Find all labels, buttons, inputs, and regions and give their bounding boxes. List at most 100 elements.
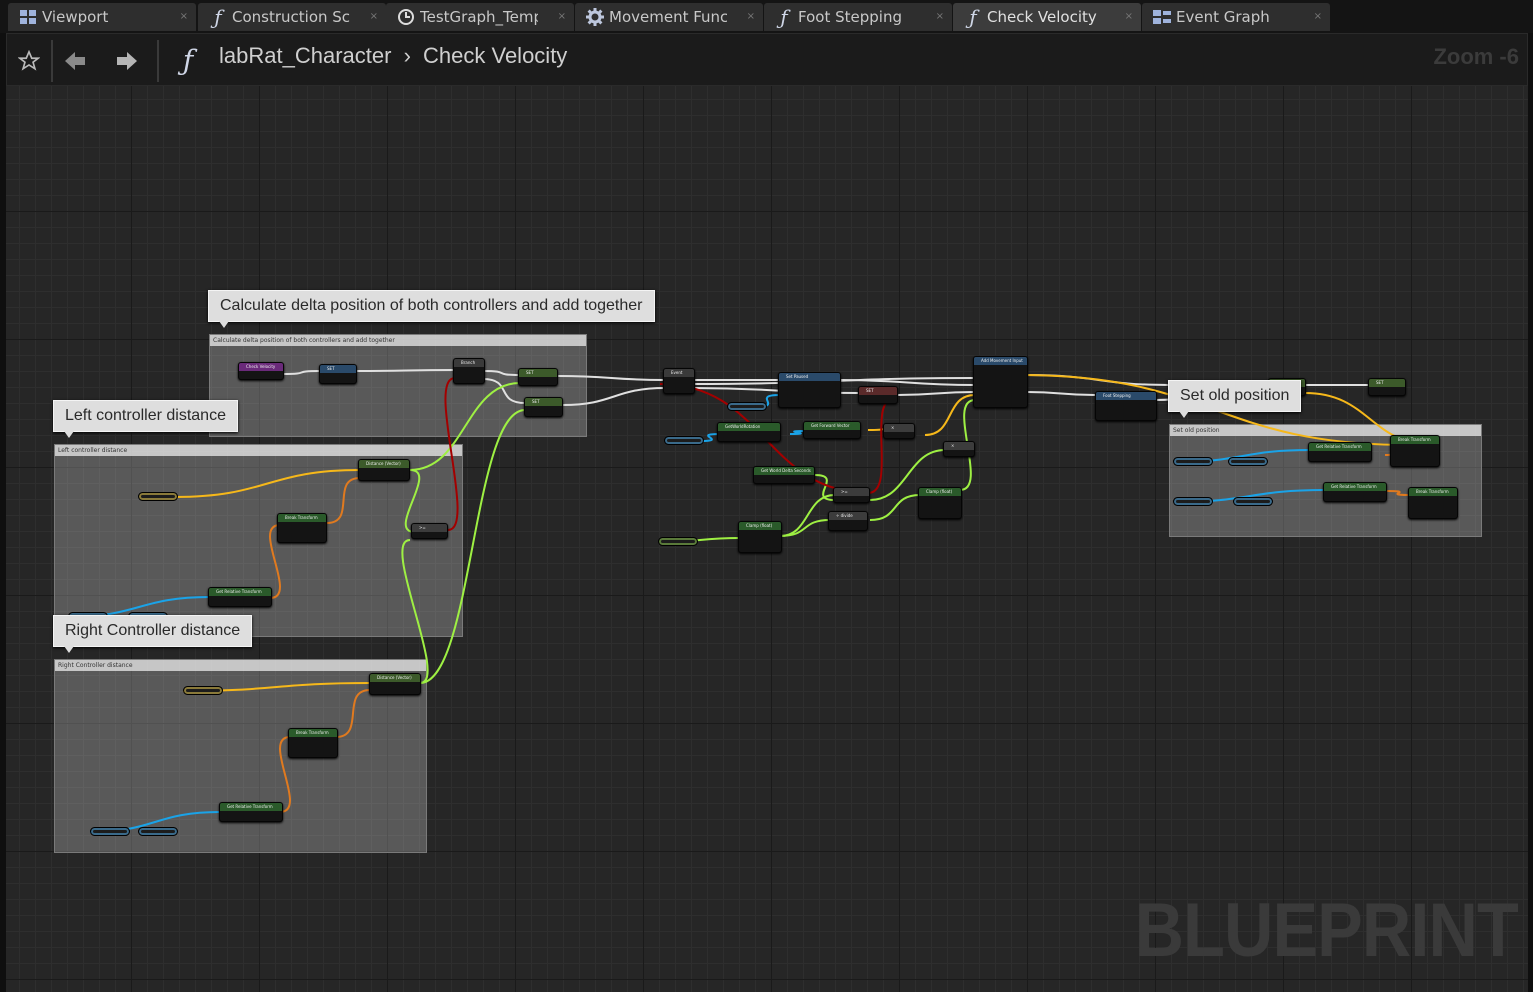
transform-wire[interactable]	[326, 477, 361, 524]
node-title: Set Paused	[779, 373, 840, 381]
graph-node[interactable]: SET	[1368, 378, 1406, 396]
graph-node[interactable]: SET	[858, 386, 898, 404]
comment-bubble[interactable]: Set old position	[1168, 380, 1302, 418]
tab-construction-scrip[interactable]: ƒ Construction Scrip ×	[198, 3, 386, 31]
variable-getter[interactable]	[138, 827, 178, 836]
graph-node[interactable]: Branch	[453, 358, 485, 384]
favorite-button[interactable]	[13, 34, 45, 87]
graph-node[interactable]: >=	[411, 523, 448, 539]
graph-node[interactable]: SET	[319, 364, 357, 384]
close-tab-icon[interactable]: ×	[1125, 3, 1133, 31]
tab-movement-functic[interactable]: Movement Functic ×	[575, 3, 763, 31]
variable-getter[interactable]	[727, 402, 767, 411]
graph-node[interactable]: Clamp (float)	[738, 521, 782, 553]
graph-node[interactable]: ÷ divide	[828, 511, 868, 531]
close-tab-icon[interactable]: ×	[1314, 3, 1322, 31]
variable-getter[interactable]	[1173, 457, 1213, 466]
graph-node[interactable]: Break Transform	[288, 728, 338, 758]
graph-node[interactable]: ×	[943, 441, 975, 457]
graph-node[interactable]: Event	[663, 368, 695, 394]
tab-testgraph-templa[interactable]: TestGraph_Templa ×	[386, 3, 574, 31]
node-title: ÷ divide	[829, 512, 867, 520]
close-tab-icon[interactable]: ×	[180, 3, 188, 31]
graph-node[interactable]: Distance (Vector)	[369, 673, 421, 695]
float-wire[interactable]	[779, 519, 831, 537]
graph-node[interactable]: Break Transform	[277, 513, 327, 543]
close-tab-icon[interactable]: ×	[558, 3, 566, 31]
tab-event-graph[interactable]: Event Graph ×	[1142, 3, 1330, 31]
exec-wire[interactable]	[356, 369, 456, 372]
transform-wire[interactable]	[1386, 490, 1411, 496]
vector-wire[interactable]	[174, 469, 361, 498]
graph-node[interactable]: Get World Delta Seconds	[753, 466, 815, 484]
variable-getter[interactable]	[658, 537, 698, 546]
graph-node[interactable]: Get Forward Vector	[803, 421, 861, 439]
breadcrumb-root[interactable]: labRat_Character	[219, 43, 391, 68]
node-title: SET	[859, 387, 897, 395]
toolbar-divider	[51, 40, 53, 82]
close-tab-icon[interactable]: ×	[747, 3, 755, 31]
tab-check-velocity[interactable]: ƒ Check Velocity ×	[953, 3, 1141, 31]
variable-getter[interactable]	[183, 686, 223, 695]
exec-wire[interactable]	[896, 391, 976, 396]
exec-wire[interactable]	[557, 375, 666, 381]
float-wire[interactable]	[779, 494, 836, 537]
graph-node[interactable]: Get Relative Transform	[1308, 442, 1372, 462]
vector-wire[interactable]	[924, 394, 976, 436]
graph-node[interactable]: Get Relative Transform	[219, 802, 283, 822]
bool-wire[interactable]	[867, 397, 896, 494]
graph-node[interactable]: ×	[883, 423, 915, 439]
bool-wire[interactable]	[444, 377, 459, 531]
float-wire[interactable]	[401, 539, 429, 684]
node-title: SET	[320, 365, 356, 373]
node-title: Get Relative Transform	[1324, 483, 1386, 491]
tab-viewport[interactable]: Viewport ×	[8, 3, 196, 31]
graph-node[interactable]: GetWorldRotation	[717, 422, 781, 442]
back-button[interactable]	[59, 34, 91, 87]
exec-wire[interactable]	[282, 370, 321, 375]
variable-getter[interactable]	[1228, 457, 1268, 466]
node-title: Get Relative Transform	[209, 588, 271, 596]
float-wire[interactable]	[409, 382, 521, 471]
graph-node[interactable]: SET	[524, 397, 563, 417]
graph-node[interactable]: SET	[518, 368, 558, 386]
exec-wire[interactable]	[562, 387, 666, 406]
graph-node[interactable]: >=	[833, 487, 870, 503]
tab-label: Construction Scrip	[232, 8, 350, 26]
event-graph-icon	[1152, 3, 1172, 31]
tab-foot-stepping[interactable]: ƒ Foot Stepping ×	[764, 3, 952, 31]
exec-wire[interactable]	[1026, 391, 1096, 396]
tab-label: Foot Stepping	[798, 8, 902, 26]
node-title: SET	[1369, 379, 1405, 387]
graph-node[interactable]: Check Velocity	[238, 362, 284, 380]
graph-node[interactable]: Get Relative Transform	[1323, 482, 1387, 502]
graph-node[interactable]: Foot Stepping	[1095, 391, 1157, 421]
graph-node[interactable]: Clamp (float)	[918, 487, 962, 519]
blueprint-graph-canvas[interactable]: Calculate delta position of both control…	[6, 86, 1528, 992]
arrow-right-icon	[117, 51, 137, 70]
exec-wire[interactable]	[839, 379, 976, 386]
float-wire[interactable]	[419, 409, 526, 684]
graph-node[interactable]: Break Transform	[1408, 487, 1458, 519]
graph-node[interactable]: Set Paused	[778, 372, 841, 408]
variable-getter[interactable]	[90, 827, 130, 836]
exec-wire[interactable]	[482, 370, 521, 376]
variable-getter[interactable]	[1173, 497, 1213, 506]
comment-bubble[interactable]: Left controller distance	[53, 400, 238, 438]
graph-node[interactable]: Add Movement Input	[973, 356, 1028, 408]
variable-getter[interactable]	[1233, 497, 1273, 506]
forward-button[interactable]	[111, 34, 143, 87]
node-title: ×	[884, 424, 914, 432]
variable-getter[interactable]	[138, 492, 178, 501]
close-tab-icon[interactable]: ×	[936, 3, 944, 31]
variable-getter[interactable]	[664, 436, 704, 445]
graph-node[interactable]: Break Transform	[1390, 435, 1440, 467]
comment-bubble[interactable]: Calculate delta position of both control…	[208, 290, 655, 328]
comment-bubble[interactable]: Right Controller distance	[53, 615, 253, 653]
node-title: Break Transform	[289, 729, 337, 737]
close-tab-icon[interactable]: ×	[370, 3, 378, 31]
graph-toolbar: ƒ labRat_Character › Check Velocity Zoom…	[6, 33, 1528, 86]
graph-node[interactable]: Get Relative Transform	[208, 587, 272, 607]
graph-node[interactable]: Distance (Vector)	[358, 459, 410, 481]
transform-wire[interactable]	[335, 689, 371, 738]
